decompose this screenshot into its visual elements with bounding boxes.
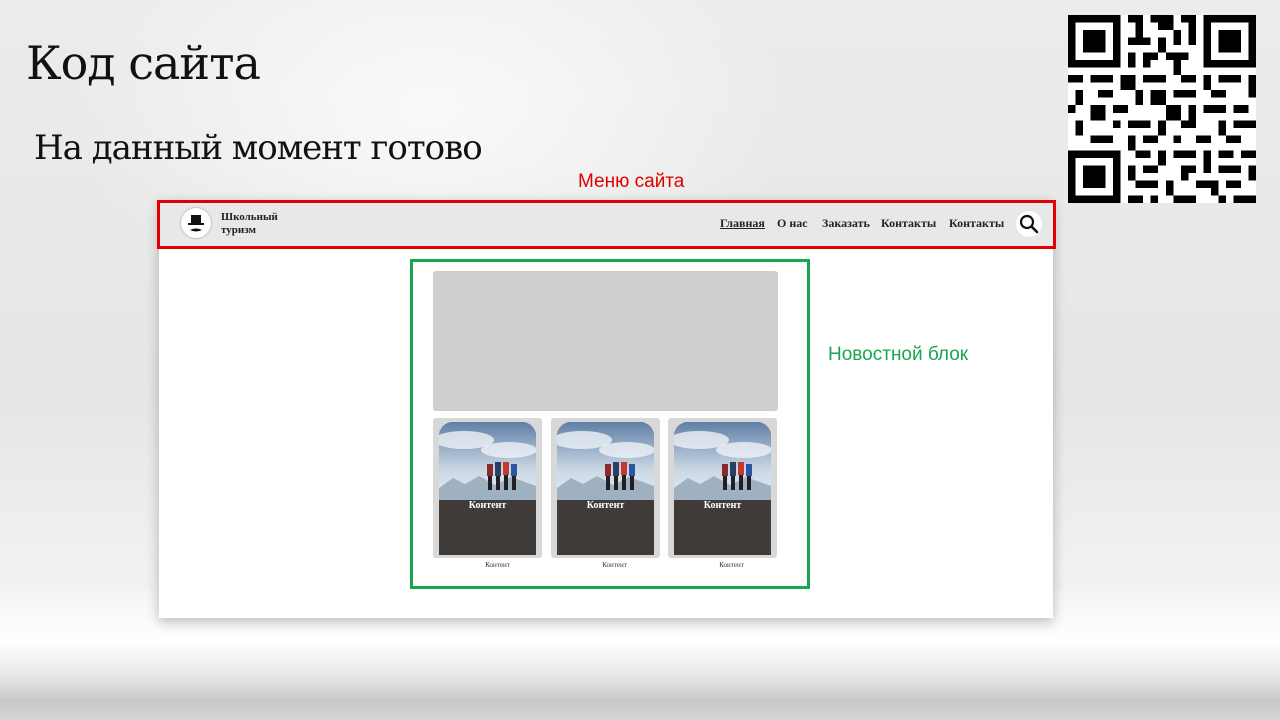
qr-code	[1068, 15, 1256, 203]
slide-title: Код сайта	[26, 36, 261, 90]
news-highlight-frame	[410, 259, 810, 589]
slide-subtitle: На данный момент готово	[34, 128, 483, 168]
menu-highlight-frame	[157, 200, 1056, 249]
news-annotation-label: Новостной блок	[828, 344, 969, 365]
menu-annotation-label: Меню сайта	[578, 171, 685, 192]
